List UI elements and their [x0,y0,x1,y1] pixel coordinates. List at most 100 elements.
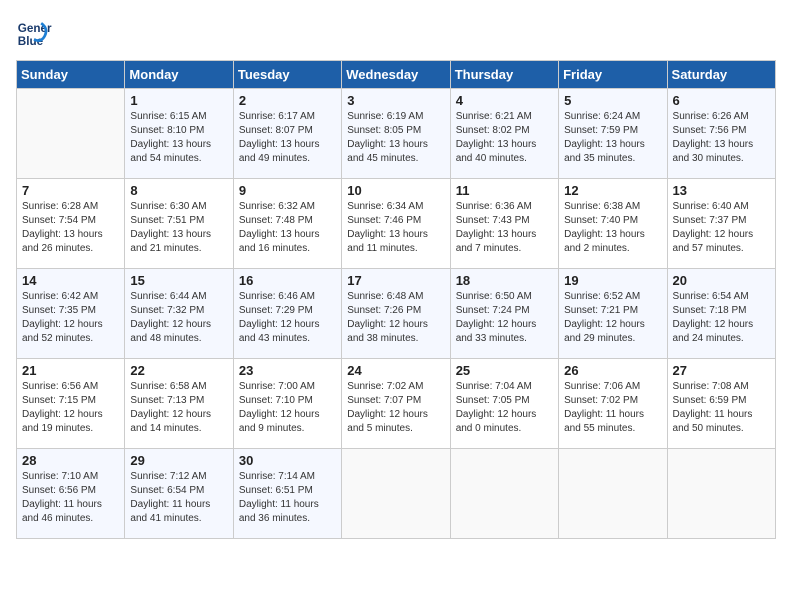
day-info: Sunrise: 6:58 AM Sunset: 7:13 PM Dayligh… [130,380,227,436]
day-info: Sunrise: 7:12 AM Sunset: 6:54 PM Dayligh… [130,470,227,526]
day-info: Sunrise: 7:08 AM Sunset: 6:59 PM Dayligh… [673,380,770,436]
calendar-cell: 12 Sunrise: 6:38 AM Sunset: 7:40 PM Dayli… [559,179,667,269]
day-number: 9 [239,183,336,198]
day-info: Sunrise: 6:30 AM Sunset: 7:51 PM Dayligh… [130,200,227,256]
day-info: Sunrise: 7:00 AM Sunset: 7:10 PM Dayligh… [239,380,336,436]
day-number: 13 [673,183,770,198]
page-header: General Blue [16,16,776,52]
day-number: 28 [22,453,119,468]
calendar-cell: 25Sunrise: 7:04 AM Sunset: 7:05 PM Dayli… [450,359,558,449]
weekday-header-cell: Friday [559,61,667,89]
calendar-row: 28 Sunrise: 7:10 AM Sunset: 6:56 PM Dayli… [17,449,776,539]
day-info: Sunrise: 6:24 AM Sunset: 7:59 PM Dayligh… [564,110,661,166]
weekday-header-cell: Tuesday [233,61,341,89]
calendar-cell: 6 Sunrise: 6:26 AM Sunset: 7:56 PM Daylig… [667,89,775,179]
calendar-cell: 24Sunrise: 7:02 AM Sunset: 7:07 PM Dayli… [342,359,450,449]
day-number: 29 [130,453,227,468]
day-number: 27 [673,363,770,378]
calendar-cell: 29 Sunrise: 7:12 AM Sunset: 6:54 PM Dayli… [125,449,233,539]
logo-icon: General Blue [16,16,52,52]
day-number: 14 [22,273,119,288]
day-info: Sunrise: 6:19 AM Sunset: 8:05 PM Dayligh… [347,110,444,166]
calendar-cell: 21 Sunrise: 6:56 AM Sunset: 7:15 PM Dayli… [17,359,125,449]
day-info: Sunrise: 7:04 AM Sunset: 7:05 PM Dayligh… [456,380,553,436]
weekday-header-row: SundayMondayTuesdayWednesdayThursdayFrid… [17,61,776,89]
calendar-cell: 9Sunrise: 6:32 AM Sunset: 7:48 PM Daylig… [233,179,341,269]
calendar-cell: 19Sunrise: 6:52 AM Sunset: 7:21 PM Dayli… [559,269,667,359]
weekday-header-cell: Saturday [667,61,775,89]
calendar-cell: 23 Sunrise: 7:00 AM Sunset: 7:10 PM Dayli… [233,359,341,449]
calendar-cell: 14 Sunrise: 6:42 AM Sunset: 7:35 PM Dayli… [17,269,125,359]
day-number: 17 [347,273,444,288]
day-number: 3 [347,93,444,108]
day-number: 21 [22,363,119,378]
day-number: 11 [456,183,553,198]
calendar-cell: 16 Sunrise: 6:46 AM Sunset: 7:29 PM Dayli… [233,269,341,359]
weekday-header-cell: Wednesday [342,61,450,89]
calendar-cell: 22 Sunrise: 6:58 AM Sunset: 7:13 PM Dayli… [125,359,233,449]
calendar-cell [667,449,775,539]
day-info: Sunrise: 6:17 AM Sunset: 8:07 PM Dayligh… [239,110,336,166]
calendar-row: 14 Sunrise: 6:42 AM Sunset: 7:35 PM Dayli… [17,269,776,359]
day-number: 26 [564,363,661,378]
day-number: 1 [130,93,227,108]
calendar-cell: 28 Sunrise: 7:10 AM Sunset: 6:56 PM Dayli… [17,449,125,539]
day-number: 6 [673,93,770,108]
day-info: Sunrise: 7:06 AM Sunset: 7:02 PM Dayligh… [564,380,661,436]
calendar-cell: 20 Sunrise: 6:54 AM Sunset: 7:18 PM Dayli… [667,269,775,359]
calendar-cell [450,449,558,539]
day-info: Sunrise: 6:54 AM Sunset: 7:18 PM Dayligh… [673,290,770,346]
logo: General Blue [16,16,52,52]
calendar-cell: 5 Sunrise: 6:24 AM Sunset: 7:59 PM Daylig… [559,89,667,179]
day-number: 22 [130,363,227,378]
calendar-cell: 8Sunrise: 6:30 AM Sunset: 7:51 PM Daylig… [125,179,233,269]
day-info: Sunrise: 6:50 AM Sunset: 7:24 PM Dayligh… [456,290,553,346]
weekday-header-cell: Monday [125,61,233,89]
day-number: 2 [239,93,336,108]
day-number: 23 [239,363,336,378]
day-number: 7 [22,183,119,198]
day-info: Sunrise: 6:48 AM Sunset: 7:26 PM Dayligh… [347,290,444,346]
calendar-body: 1 Sunrise: 6:15 AM Sunset: 8:10 PM Daylig… [17,89,776,539]
calendar-row: 21 Sunrise: 6:56 AM Sunset: 7:15 PM Dayli… [17,359,776,449]
day-info: Sunrise: 6:26 AM Sunset: 7:56 PM Dayligh… [673,110,770,166]
calendar-cell [559,449,667,539]
calendar-cell: 1 Sunrise: 6:15 AM Sunset: 8:10 PM Daylig… [125,89,233,179]
calendar-row: 7 Sunrise: 6:28 AM Sunset: 7:54 PM Daylig… [17,179,776,269]
day-info: Sunrise: 7:02 AM Sunset: 7:07 PM Dayligh… [347,380,444,436]
day-info: Sunrise: 6:28 AM Sunset: 7:54 PM Dayligh… [22,200,119,256]
calendar-cell: 7 Sunrise: 6:28 AM Sunset: 7:54 PM Daylig… [17,179,125,269]
day-info: Sunrise: 7:14 AM Sunset: 6:51 PM Dayligh… [239,470,336,526]
day-info: Sunrise: 7:10 AM Sunset: 6:56 PM Dayligh… [22,470,119,526]
day-info: Sunrise: 6:42 AM Sunset: 7:35 PM Dayligh… [22,290,119,346]
day-number: 16 [239,273,336,288]
day-info: Sunrise: 6:21 AM Sunset: 8:02 PM Dayligh… [456,110,553,166]
calendar-table: SundayMondayTuesdayWednesdayThursdayFrid… [16,60,776,539]
day-info: Sunrise: 6:34 AM Sunset: 7:46 PM Dayligh… [347,200,444,256]
day-info: Sunrise: 6:38 AM Sunset: 7:40 PM Dayligh… [564,200,661,256]
day-number: 5 [564,93,661,108]
calendar-cell [17,89,125,179]
day-info: Sunrise: 6:44 AM Sunset: 7:32 PM Dayligh… [130,290,227,346]
calendar-cell: 10 Sunrise: 6:34 AM Sunset: 7:46 PM Dayli… [342,179,450,269]
day-number: 15 [130,273,227,288]
calendar-cell: 15 Sunrise: 6:44 AM Sunset: 7:32 PM Dayli… [125,269,233,359]
day-number: 18 [456,273,553,288]
day-info: Sunrise: 6:40 AM Sunset: 7:37 PM Dayligh… [673,200,770,256]
day-number: 10 [347,183,444,198]
calendar-cell: 17 Sunrise: 6:48 AM Sunset: 7:26 PM Dayli… [342,269,450,359]
calendar-cell: 30 Sunrise: 7:14 AM Sunset: 6:51 PM Dayli… [233,449,341,539]
calendar-cell [342,449,450,539]
day-info: Sunrise: 6:46 AM Sunset: 7:29 PM Dayligh… [239,290,336,346]
day-number: 30 [239,453,336,468]
day-info: Sunrise: 6:36 AM Sunset: 7:43 PM Dayligh… [456,200,553,256]
day-number: 20 [673,273,770,288]
calendar-cell: 18 Sunrise: 6:50 AM Sunset: 7:24 PM Dayli… [450,269,558,359]
calendar-cell: 11 Sunrise: 6:36 AM Sunset: 7:43 PM Dayli… [450,179,558,269]
day-number: 12 [564,183,661,198]
day-info: Sunrise: 6:15 AM Sunset: 8:10 PM Dayligh… [130,110,227,166]
day-number: 19 [564,273,661,288]
weekday-header-cell: Sunday [17,61,125,89]
calendar-cell: 2 Sunrise: 6:17 AM Sunset: 8:07 PM Daylig… [233,89,341,179]
day-info: Sunrise: 6:56 AM Sunset: 7:15 PM Dayligh… [22,380,119,436]
